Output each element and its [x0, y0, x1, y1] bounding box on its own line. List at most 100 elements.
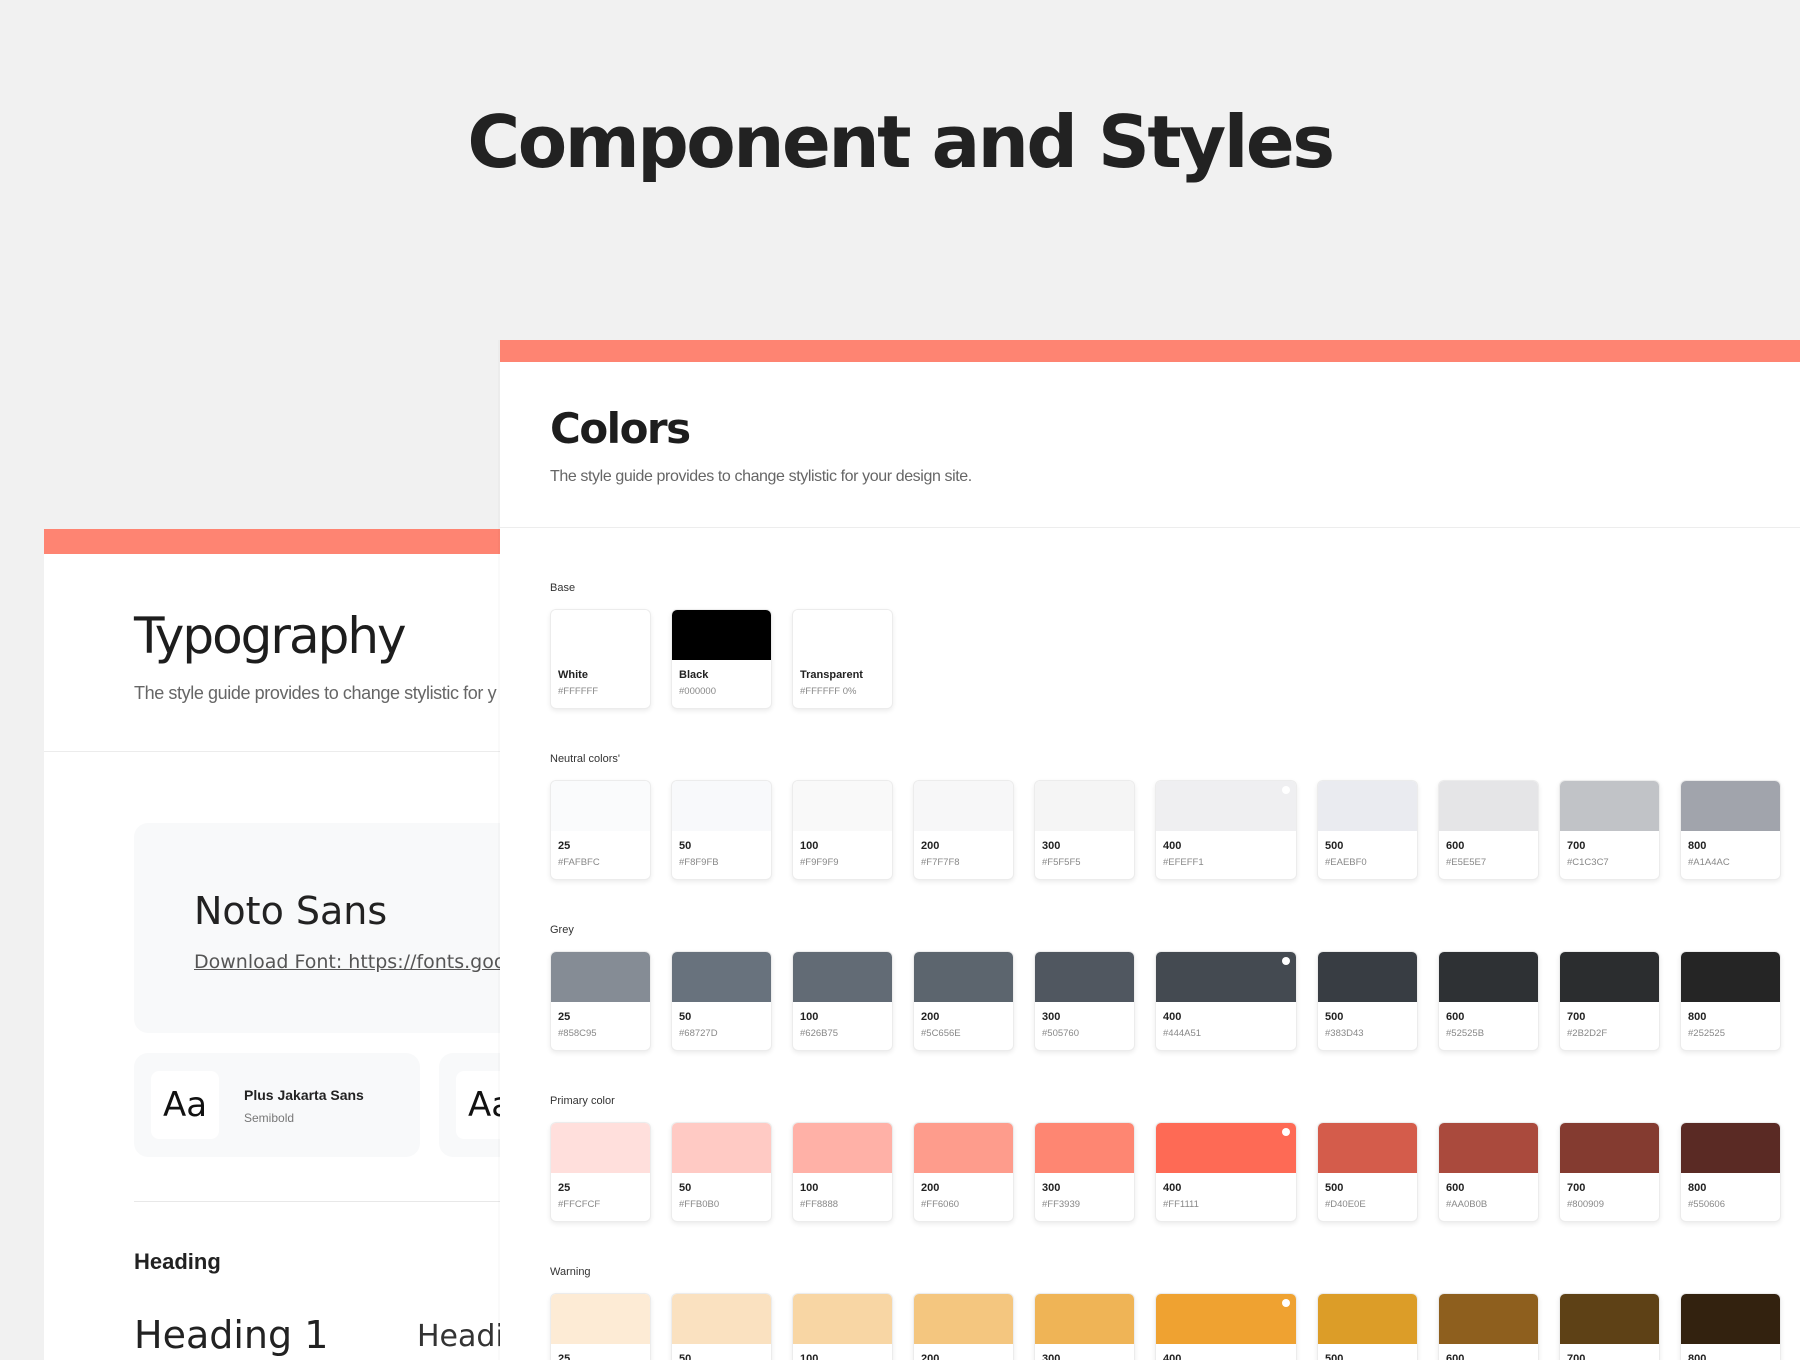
swatch-name: 200: [921, 840, 940, 852]
color-swatch[interactable]: 600 #52525B: [1438, 951, 1539, 1051]
swatch-name: 25: [558, 1353, 571, 1360]
color-swatch[interactable]: 700 #C1C3C7: [1559, 780, 1660, 880]
swatch-hex: #FF8888: [800, 1199, 839, 1210]
swatch-hex: #5C656E: [921, 1028, 961, 1039]
swatch-name: 400: [1163, 1011, 1182, 1023]
swatch-name: 50: [679, 1353, 692, 1360]
swatch-color-fill: [1035, 952, 1134, 1002]
selected-indicator-icon: [1282, 957, 1290, 965]
color-group: Warning 25 50 100 200 300 400 500 600 700 800: [550, 1266, 1781, 1360]
color-swatch[interactable]: 300 #FF3939: [1034, 1122, 1135, 1222]
color-group-label: Grey: [550, 924, 574, 936]
color-swatch[interactable]: 200 #F7F7F8: [913, 780, 1014, 880]
color-swatch[interactable]: 600 #E5E5E7: [1438, 780, 1539, 880]
color-swatch[interactable]: 300 #505760: [1034, 951, 1135, 1051]
color-swatch[interactable]: 300 #F5F5F5: [1034, 780, 1135, 880]
swatch-name: 50: [679, 840, 692, 852]
swatch-name: 300: [1042, 1353, 1061, 1360]
color-swatch[interactable]: White #FFFFFF: [550, 609, 651, 709]
color-swatch[interactable]: 25 #FAFBFC: [550, 780, 651, 880]
download-font-link[interactable]: Download Font: https://fonts.google: [194, 951, 534, 973]
swatch-color-fill: [1318, 952, 1417, 1002]
color-swatch[interactable]: 700: [1559, 1293, 1660, 1360]
swatch-hex: #444A51: [1163, 1028, 1202, 1039]
swatch-color-fill: [1439, 1123, 1538, 1173]
font-glyph-preview: Aa: [151, 1071, 219, 1139]
swatch-hex: #252525: [1688, 1028, 1725, 1039]
color-swatch[interactable]: 800 #252525: [1680, 951, 1781, 1051]
color-swatch[interactable]: 300: [1034, 1293, 1135, 1360]
color-swatch[interactable]: 400 #444A51: [1155, 951, 1297, 1051]
swatch-name: 700: [1567, 1011, 1586, 1023]
color-swatch[interactable]: 500 #D40E0E: [1317, 1122, 1418, 1222]
swatch-hex: #EFEFF1: [1163, 857, 1204, 868]
color-swatch[interactable]: 800 #A1A4AC: [1680, 780, 1781, 880]
swatch-name: 400: [1163, 840, 1182, 852]
swatch-name: 300: [1042, 1011, 1061, 1023]
color-swatch[interactable]: 100 #FF8888: [792, 1122, 893, 1222]
typography-accent-bar: [44, 529, 564, 554]
color-swatch[interactable]: 800 #550606: [1680, 1122, 1781, 1222]
color-swatch[interactable]: 100 #626B75: [792, 951, 893, 1051]
swatch-color-fill: [1439, 952, 1538, 1002]
swatch-color-fill: [551, 1294, 650, 1344]
swatch-color-fill: [914, 1123, 1013, 1173]
color-swatch[interactable]: 50 #68727D: [671, 951, 772, 1051]
color-swatch[interactable]: 700 #800909: [1559, 1122, 1660, 1222]
color-swatch[interactable]: 400 #EFEFF1: [1155, 780, 1297, 880]
color-group: Base White #FFFFFF Black #000000 Transparent #…: [550, 582, 893, 709]
color-swatch[interactable]: 600 #AA0B0B: [1438, 1122, 1539, 1222]
color-swatch[interactable]: 50 #F8F9FB: [671, 780, 772, 880]
swatch-color-fill: [914, 952, 1013, 1002]
swatch-hex: #F8F9FB: [679, 857, 719, 868]
swatch-name: 600: [1446, 840, 1465, 852]
font-sample-name: Plus Jakarta Sans: [244, 1087, 364, 1103]
color-swatch[interactable]: 700 #2B2D2F: [1559, 951, 1660, 1051]
font-sample-card[interactable]: Aa Plus Jakarta Sans Semibold: [134, 1053, 420, 1157]
color-swatch[interactable]: 200: [913, 1293, 1014, 1360]
swatch-color-fill: [793, 781, 892, 831]
swatch-name: 800: [1688, 1011, 1707, 1023]
swatch-hex: #FFFFFF: [558, 686, 599, 697]
color-swatch[interactable]: 400 #FF1111: [1155, 1122, 1297, 1222]
swatch-name: 800: [1688, 1182, 1707, 1194]
swatch-hex: #52525B: [1446, 1028, 1485, 1039]
color-swatch[interactable]: 100: [792, 1293, 893, 1360]
swatch-hex: #626B75: [800, 1028, 839, 1039]
swatch-name: 700: [1567, 840, 1586, 852]
swatch-color-fill: [1439, 1294, 1538, 1344]
color-swatch[interactable]: 25: [550, 1293, 651, 1360]
swatch-name: 25: [558, 840, 571, 852]
swatch-name: 600: [1446, 1182, 1465, 1194]
color-swatch[interactable]: 800: [1680, 1293, 1781, 1360]
swatch-name: 100: [800, 1182, 819, 1194]
swatch-row: White #FFFFFF Black #000000 Transparent #FFFF…: [550, 609, 1800, 709]
swatch-color-fill: [1681, 1294, 1780, 1344]
swatch-hex: #FFFFFF 0%: [800, 686, 857, 697]
color-group-label: Warning: [550, 1266, 591, 1278]
color-swatch[interactable]: Black #000000: [671, 609, 772, 709]
colors-description: The style guide provides to change styli…: [550, 468, 972, 485]
color-swatch[interactable]: 25 #858C95: [550, 951, 651, 1051]
color-swatch[interactable]: 500: [1317, 1293, 1418, 1360]
color-swatch[interactable]: 400: [1155, 1293, 1297, 1360]
color-swatch[interactable]: 600: [1438, 1293, 1539, 1360]
color-swatch[interactable]: 500 #EAEBF0: [1317, 780, 1418, 880]
color-swatch[interactable]: 500 #383D43: [1317, 951, 1418, 1051]
color-swatch[interactable]: 100 #F9F9F9: [792, 780, 893, 880]
color-swatch[interactable]: Transparent #FFFFFF 0%: [792, 609, 893, 709]
color-swatch[interactable]: 50 #FFB0B0: [671, 1122, 772, 1222]
color-swatch[interactable]: 200 #5C656E: [913, 951, 1014, 1051]
swatch-name: 800: [1688, 840, 1707, 852]
heading-1-sample: Heading 1: [134, 1313, 329, 1357]
page-title: Component and Styles: [467, 100, 1335, 184]
swatch-name: 700: [1567, 1182, 1586, 1194]
color-swatch[interactable]: 25 #FFCFCF: [550, 1122, 651, 1222]
swatch-color-fill: [1156, 1294, 1296, 1344]
color-swatch[interactable]: 50: [671, 1293, 772, 1360]
swatch-color-fill: [793, 1123, 892, 1173]
swatch-color-fill: [551, 610, 650, 660]
swatch-name: 500: [1325, 840, 1344, 852]
swatch-color-fill: [672, 1123, 771, 1173]
color-swatch[interactable]: 200 #FF6060: [913, 1122, 1014, 1222]
